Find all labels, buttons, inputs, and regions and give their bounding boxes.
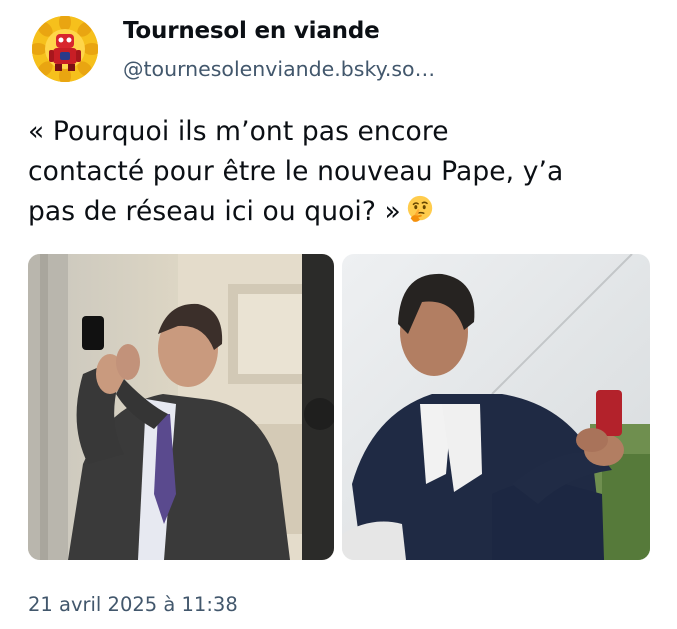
post-timestamp[interactable]: 21 avril 2025 à 11:38 [28,593,238,616]
author-avatar[interactable] [32,16,98,82]
photo-left-illustration [28,254,334,560]
post-text-line: pas de réseau ici ou quoi? » [28,192,668,232]
post-text-line: contacté pour être le nouveau Pape, y’a [28,156,564,187]
photo-man-phone-raised-street[interactable] [28,254,334,560]
author-display-name[interactable]: Tournesol en viande [123,18,380,44]
sunflower-robot-avatar-icon [32,16,98,82]
post-card: Tournesol en viande @tournesolenviande.b… [0,0,677,629]
thinking-face-icon [407,195,433,222]
post-images [28,254,650,560]
author-handle[interactable]: @tournesolenviande.bsky.so… [123,57,435,81]
photo-man-phone-seated-outdoor[interactable] [342,254,650,560]
post-text: « Pourquoi ils m’ont pas encore contacté… [28,112,668,232]
post-text-line: « Pourquoi ils m’ont pas encore [28,116,449,147]
photo-right-illustration [342,254,650,560]
post-text-line-content: pas de réseau ici ou quoi? » [28,196,401,227]
